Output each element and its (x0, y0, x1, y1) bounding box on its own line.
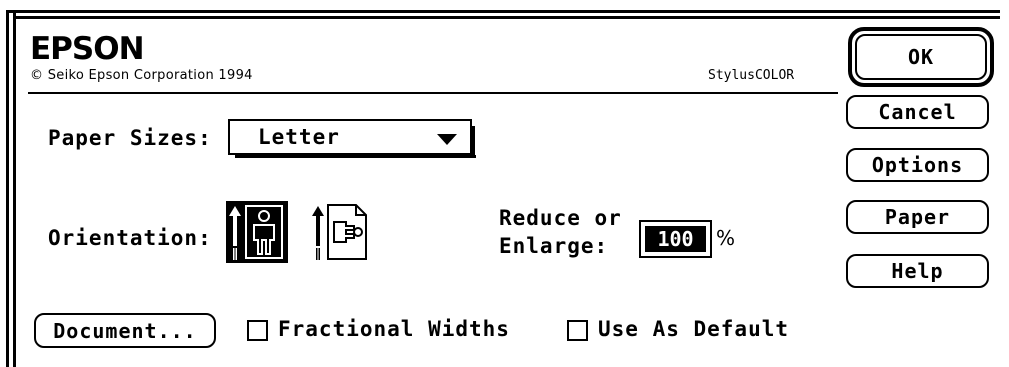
cancel-button[interactable]: Cancel (846, 95, 989, 129)
use-as-default-label[interactable]: Use As Default (598, 317, 789, 341)
copyright-text: © Seiko Epson Corporation 1994 (30, 68, 253, 83)
reduce-enlarge-label-line2: Enlarge: (499, 234, 609, 258)
paper-button[interactable]: Paper (846, 200, 989, 234)
help-button-label: Help (891, 259, 944, 283)
reduce-enlarge-label-line1: Reduce or (499, 206, 622, 230)
fractional-widths-label[interactable]: Fractional Widths (278, 317, 510, 341)
ok-button[interactable]: OK (848, 27, 994, 87)
dropdown-arrow-icon (437, 134, 457, 145)
document-button-label: Document... (53, 318, 197, 343)
percent-sign: % (716, 226, 736, 250)
epson-logo: EPSON (30, 31, 145, 67)
printer-model: StylusCOLOR (708, 68, 795, 83)
orientation-label: Orientation: (48, 226, 212, 250)
document-button[interactable]: Document... (34, 313, 216, 348)
paper-button-label: Paper (884, 205, 951, 229)
cancel-button-label: Cancel (878, 100, 957, 124)
scale-percent-value: 100 (645, 226, 706, 252)
landscape-orientation-icon[interactable] (308, 200, 372, 264)
dialog-inner-border (13, 10, 16, 367)
paper-sizes-popup[interactable]: Letter (228, 119, 476, 158)
scale-percent-field[interactable]: 100 (639, 220, 712, 258)
paper-sizes-value: Letter (258, 125, 340, 149)
dialog-inner-border-top (13, 16, 1000, 19)
help-button[interactable]: Help (846, 254, 989, 288)
use-as-default-checkbox[interactable] (567, 320, 588, 341)
ok-button-default-ring (855, 34, 987, 80)
reduce-enlarge-label: Reduce or Enlarge: (499, 204, 622, 260)
portrait-orientation-icon[interactable] (225, 200, 289, 264)
options-button[interactable]: Options (846, 148, 989, 182)
options-button-label: Options (871, 153, 964, 177)
header-divider (28, 92, 838, 94)
fractional-widths-checkbox[interactable] (247, 320, 268, 341)
paper-sizes-label: Paper Sizes: (48, 126, 212, 150)
